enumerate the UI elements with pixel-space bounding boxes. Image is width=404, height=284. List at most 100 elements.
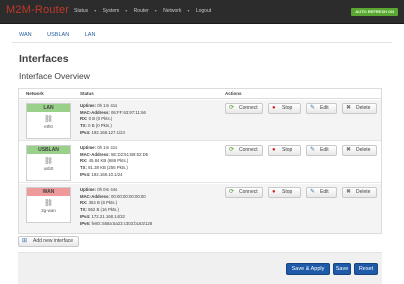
rx-label: RX: (80, 158, 88, 164)
save-apply-button[interactable]: Save & Apply (286, 263, 330, 275)
delete-button[interactable]: ✖ Delete (342, 187, 377, 198)
stop-label: Stop (282, 189, 293, 195)
add-icon: ⊞ (22, 238, 28, 244)
tab-usblan[interactable]: USBLAN (40, 28, 76, 42)
header-divider (19, 98, 381, 99)
ipv4-label: IPv4: (80, 171, 91, 177)
table-row-lan: LAN ⛓ eth0 Uptime: 0h 1m 41s MAC-Address… (19, 100, 381, 141)
rx-value: 0 B (0 Pkts.) (88, 116, 113, 122)
mac-value: 00:00:00:00:00:00 (111, 193, 146, 199)
connect-button[interactable]: ⟳ Connect (225, 145, 263, 156)
delete-icon: ✖ (346, 147, 352, 153)
status-details: Uptime: 0h 1m 41s MAC-Address: 5E:D2:51:… (80, 145, 148, 179)
ipv4-line: IPv4: 172.21.168.14/32 (80, 214, 152, 221)
rx-label: RX: (80, 200, 88, 206)
menu-status[interactable]: Status ▾ (74, 8, 96, 14)
menu-system[interactable]: System ▾ (103, 8, 128, 14)
add-interface-button[interactable]: ⊞ Add new interface (18, 236, 80, 247)
rx-line: RX: 354 B (8 Pkts.) (80, 200, 152, 207)
edit-button[interactable]: ✎ Edit (306, 187, 337, 198)
tx-line: TX: 862 B (16 Pkts.) (80, 207, 152, 214)
device-name: usb0 (43, 166, 54, 171)
tx-value: 81.38 KB (256 Pkts.) (88, 165, 128, 171)
ipv6-line: IPv6: fe80::558a:5a23:c303:b163/128 (80, 221, 152, 228)
ipv4-value: 172.21.168.14/32 (91, 213, 125, 219)
connect-label: Connect (239, 105, 258, 111)
tab-lan[interactable]: LAN (78, 28, 103, 42)
uptime-line: Uptime: 0h 0m 44s (80, 187, 152, 194)
ipv4-line: IPv4: 192.168.10.1/24 (80, 172, 148, 179)
badge-header: USBLAN (27, 146, 70, 154)
status-details: Uptime: 0h 1m 41s MAC-Address: 06:FF:63:… (80, 103, 146, 137)
chevron-down-icon: ▾ (187, 8, 190, 13)
menu-logout[interactable]: Logout (196, 8, 211, 14)
stop-button[interactable]: ● Stop (268, 103, 301, 114)
rx-value: 354 B (8 Pkts.) (88, 200, 118, 206)
save-button[interactable]: Save (333, 263, 351, 275)
menu-status-label: Status (74, 8, 89, 14)
stop-icon: ● (272, 105, 276, 111)
delete-label: Delete (356, 105, 371, 111)
refresh-icon: ⟳ (229, 147, 235, 153)
refresh-icon: ⟳ (229, 189, 235, 195)
stop-button[interactable]: ● Stop (268, 145, 301, 156)
edit-label: Edit (320, 189, 329, 195)
stop-label: Stop (282, 147, 293, 153)
tab-wan[interactable]: WAN (12, 28, 39, 42)
connect-button[interactable]: ⟳ Connect (225, 187, 263, 198)
status-details: Uptime: 0h 0m 44s MAC-Address: 00:00:00:… (80, 187, 152, 227)
uptime-value: 0h 1m 41s (97, 103, 118, 108)
network-port-icon: ⛓ (44, 200, 53, 207)
table-row-usblan: USBLAN ⛓ usb0 Uptime: 0h 1m 41s MAC-Addr… (19, 142, 381, 183)
mac-line: MAC-Address: 5E:D2:51:B8:52:D5 (80, 152, 148, 159)
menu-system-label: System (102, 8, 120, 14)
ipv6-value: fe80::558a:5a23:c303:b163/128 (91, 220, 153, 226)
delete-button[interactable]: ✖ Delete (342, 145, 377, 156)
tx-label: TX: (80, 123, 87, 129)
menu-network[interactable]: Network ▾ (163, 8, 189, 14)
tx-line: TX: 81.38 KB (256 Pkts.) (80, 165, 148, 172)
header-network: Network (26, 91, 44, 96)
uptime-line: Uptime: 0h 1m 41s (80, 103, 146, 110)
main-menu: Status ▾ System ▾ Router ▾ Network ▾ Logout (74, 8, 216, 14)
network-badge-usblan: USBLAN ⛓ usb0 (26, 145, 71, 181)
mac-line: MAC-Address: 00:00:00:00:00:00 (80, 194, 152, 201)
edit-label: Edit (320, 147, 329, 153)
mac-line: MAC-Address: 06:FF:63:97:11:66 (80, 110, 146, 117)
delete-icon: ✖ (346, 189, 352, 195)
stop-button[interactable]: ● Stop (268, 187, 301, 198)
delete-icon: ✖ (346, 105, 352, 111)
chevron-down-icon: ▾ (94, 8, 97, 13)
tabs-divider (12, 42, 392, 43)
interfaces-table: Network Status Actions LAN ⛓ eth0 Uptime… (18, 88, 382, 234)
ipv4-line: IPv4: 192.168.127.1/24 (80, 130, 146, 137)
badge-header: WAN (27, 188, 70, 196)
brand-logo[interactable]: M2M-Router (6, 4, 69, 16)
uptime-label: Uptime: (80, 145, 96, 150)
uptime-value: 0h 0m 44s (97, 187, 118, 192)
tx-line: TX: 0 B (0 Pkts.) (80, 123, 146, 130)
chevron-down-icon: ▾ (154, 8, 157, 13)
tx-value: 0 B (0 Pkts.) (88, 123, 112, 129)
menu-router-label: Router (133, 8, 149, 14)
menu-router[interactable]: Router ▾ (134, 8, 157, 14)
ipv4-label: IPv4: (80, 213, 91, 219)
edit-button[interactable]: ✎ Edit (306, 103, 337, 114)
delete-button[interactable]: ✖ Delete (342, 103, 377, 114)
mac-label: MAC-Address: (80, 109, 110, 115)
table-row-wan: WAN ⛓ 3g-wan Uptime: 0h 0m 44s MAC-Addre… (19, 184, 381, 233)
uptime-value: 0h 1m 41s (97, 145, 118, 150)
connect-button[interactable]: ⟳ Connect (225, 103, 263, 114)
mac-value: 06:FF:63:97:11:66 (111, 109, 146, 115)
rx-line: RX: 0 B (0 Pkts.) (80, 116, 146, 123)
badge-device: ⛓ eth0 (27, 112, 70, 138)
connect-label: Connect (239, 189, 258, 195)
network-port-icon: ⛓ (44, 116, 53, 123)
auto-refresh-toggle[interactable]: AUTO REFRESH ON (351, 8, 398, 16)
edit-button[interactable]: ✎ Edit (306, 145, 337, 156)
network-port-icon: ⛓ (44, 158, 53, 165)
badge-device: ⛓ 3g-wan (27, 196, 70, 222)
device-name: eth0 (44, 124, 53, 129)
reset-button[interactable]: Reset (354, 263, 378, 275)
add-interface-label: Add new interface (33, 238, 74, 244)
